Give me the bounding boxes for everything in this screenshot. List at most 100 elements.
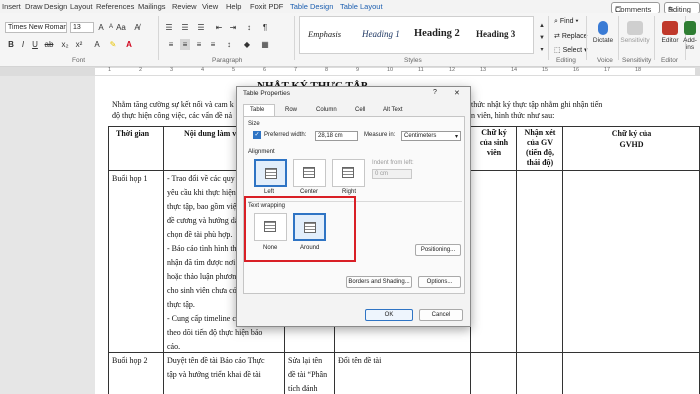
strikethrough-icon[interactable]: ab (44, 39, 54, 50)
increase-indent-icon[interactable]: ⇥ (228, 22, 238, 33)
tab-row[interactable]: Row (285, 107, 297, 113)
cursor-icon: ⬚ (554, 47, 563, 54)
style-heading-2[interactable]: Heading 2 (414, 28, 460, 39)
align-left-icon[interactable]: ≡ (166, 39, 176, 50)
shrink-font-icon[interactable]: A (106, 22, 116, 33)
styles-more-icon[interactable]: ▾ (537, 45, 547, 56)
header-sv-sign-1: Chữ ký (481, 128, 507, 137)
menu-view[interactable]: View (202, 2, 218, 11)
style-heading-1[interactable]: Heading 1 (362, 29, 400, 39)
checkmark-icon: ✓ (254, 132, 260, 138)
font-color-icon[interactable]: A (124, 39, 134, 50)
menu-table-layout[interactable]: Table Layout (340, 2, 383, 11)
menu-mailings[interactable]: Mailings (138, 2, 166, 11)
menu-insert[interactable]: Insert (2, 2, 21, 11)
intro-line-2: độ thực hiện công việc, các vấn đề nả (112, 111, 233, 120)
font-size-select[interactable]: 13 (70, 22, 94, 33)
style-emphasis[interactable]: Emphasis (308, 29, 341, 39)
borders-icon[interactable]: ▦ (260, 39, 270, 50)
addins-button[interactable]: Add-ins (680, 21, 700, 51)
header-time: Thời gian (116, 129, 150, 138)
row2-col3-line: Sửa lại tên (288, 356, 323, 365)
row1-line: cáo. (167, 342, 181, 351)
align-right-option[interactable] (332, 159, 365, 187)
superscript-icon[interactable]: x² (74, 39, 84, 50)
horizontal-ruler: 1 2 3 4 5 6 7 8 9 10 11 12 13 14 15 16 17 18 (0, 67, 700, 76)
ruler-tick-label: 9 (356, 67, 360, 73)
ruler-tick-label: 10 (387, 67, 394, 73)
intro-line-2-right: n viên, hình thức như sau: (471, 111, 555, 120)
font-name-select[interactable]: Times New Roman (5, 22, 67, 33)
microphone-icon (598, 21, 608, 35)
styles-scroll-down-icon[interactable]: ▼ (537, 33, 547, 44)
dictate-button[interactable]: Dictate (586, 21, 620, 44)
align-center-option[interactable] (293, 159, 326, 187)
line-spacing-icon[interactable]: ↕ (224, 39, 234, 50)
size-section-label: Size (248, 121, 260, 127)
row2-col4: Đổi tên đề tài (338, 356, 382, 365)
ribbon: Times New Roman 13 A A Aa A̸ B I U ab x₂… (0, 13, 700, 67)
row1-line: hoặc thảo luận phương (167, 272, 241, 281)
sort-icon[interactable]: ↕ (244, 22, 254, 33)
sensitivity-group-label: Sensitivity (622, 57, 652, 64)
tab-column[interactable]: Column (316, 107, 337, 113)
subscript-icon[interactable]: x₂ (60, 39, 70, 50)
select-button[interactable]: ⬚ Select ▾ (554, 46, 588, 54)
preferred-width-input[interactable]: 28,18 cm (315, 131, 358, 141)
highlight-icon[interactable]: ✎ (108, 39, 118, 50)
tab-alt-text[interactable]: Alt Text (383, 107, 403, 113)
paragraph-mark-icon[interactable]: ¶ (260, 22, 270, 33)
ok-button[interactable]: OK (365, 309, 413, 321)
multilevel-list-icon[interactable]: ☰ (196, 22, 206, 33)
row2-content-line: tập và hướng triển khai đề tài (167, 370, 261, 379)
borders-shading-button[interactable]: Borders and Shading... (346, 276, 412, 288)
menu-design[interactable]: Design (44, 2, 67, 11)
menu-references[interactable]: References (96, 2, 134, 11)
styles-scroll-up-icon[interactable]: ▲ (537, 21, 547, 32)
bullets-icon[interactable]: ☰ (164, 22, 174, 33)
header-sv-sign-2: của sinh (479, 138, 509, 147)
row2-time: Buổi họp 2 (112, 356, 148, 365)
cancel-button[interactable]: Cancel (419, 309, 463, 321)
grow-font-icon[interactable]: A (96, 22, 106, 33)
decrease-indent-icon[interactable]: ⇤ (214, 22, 224, 33)
divider (158, 16, 159, 60)
tab-cell[interactable]: Cell (355, 107, 365, 113)
align-left-label: Left (264, 189, 275, 195)
justify-icon[interactable]: ≡ (208, 39, 218, 50)
bold-icon[interactable]: B (6, 39, 16, 50)
ruler-tick-label: 4 (201, 67, 205, 73)
menu-draw[interactable]: Draw (25, 2, 43, 11)
shading-icon[interactable]: ◆ (242, 39, 252, 50)
menu-foxit-pdf[interactable]: Foxit PDF (250, 2, 283, 11)
numbering-icon[interactable]: ☰ (180, 22, 190, 33)
menu-layout[interactable]: Layout (70, 2, 93, 11)
tab-table[interactable]: Table (250, 107, 264, 113)
help-icon[interactable]: ? (433, 89, 437, 96)
change-case-icon[interactable]: Aa (116, 22, 126, 33)
preferred-width-checkbox[interactable]: ✓ (253, 131, 261, 139)
align-center-icon[interactable]: ≡ (180, 39, 190, 50)
indent-input[interactable]: 0 cm (372, 169, 412, 179)
clear-format-icon[interactable]: A̸ (132, 22, 142, 33)
positioning-button[interactable]: Positioning... (415, 244, 461, 256)
align-center-icon (303, 167, 315, 178)
text-effects-icon[interactable]: A (92, 39, 102, 50)
close-icon[interactable]: ✕ (454, 89, 460, 97)
italic-icon[interactable]: I (18, 39, 28, 50)
options-button[interactable]: Options... (418, 276, 461, 288)
align-center-label: Center (300, 189, 319, 195)
menu-review[interactable]: Review (172, 2, 197, 11)
align-left-option[interactable] (254, 159, 287, 187)
style-heading-3[interactable]: Heading 3 (476, 29, 515, 39)
measure-in-select[interactable]: Centimeters ▾ (401, 131, 461, 141)
menu-help[interactable]: Help (226, 2, 241, 11)
find-button[interactable]: ⌕ Find ▾ (554, 18, 578, 26)
sensitivity-button[interactable]: Sensitivity (618, 21, 652, 44)
replace-button[interactable]: ⇄ Replace (554, 32, 588, 40)
ruler-tick-label: 1 (108, 67, 112, 73)
align-right-icon[interactable]: ≡ (194, 39, 204, 50)
menu-table-design[interactable]: Table Design (290, 2, 333, 11)
underline-icon[interactable]: U (30, 39, 40, 50)
dialog-title: Table Properties (243, 90, 290, 97)
